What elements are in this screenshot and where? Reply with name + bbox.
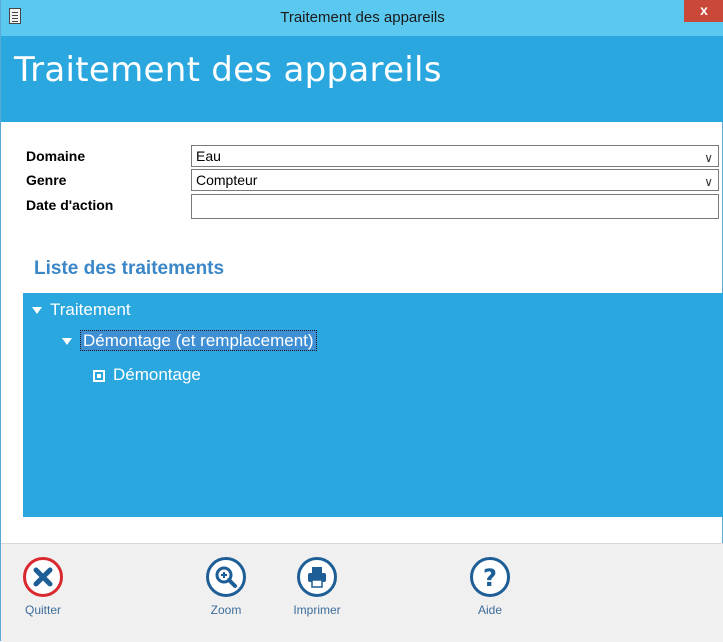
help-icon: ? xyxy=(470,557,510,597)
treatment-tree[interactable]: Traitement Démontage (et remplacement) D… xyxy=(23,293,723,517)
date-action-input[interactable] xyxy=(191,194,719,219)
close-icon xyxy=(23,557,63,597)
domaine-select[interactable]: Eau ∨ xyxy=(191,145,719,167)
zoom-label: Zoom xyxy=(210,603,242,617)
imprimer-label: Imprimer xyxy=(293,603,341,617)
svg-text:?: ? xyxy=(483,564,497,592)
footer-toolbar: Quitter Zoom Imprimer ? Aide xyxy=(1,543,723,642)
domaine-label: Domaine xyxy=(26,148,86,164)
imprimer-button[interactable]: Imprimer xyxy=(285,557,349,617)
page-title: Traitement des appareils xyxy=(14,50,442,90)
tree-node-label-selected: Démontage (et remplacement) xyxy=(80,330,317,351)
genre-value: Compteur xyxy=(196,172,258,188)
tree-node-label: Démontage xyxy=(113,365,201,384)
domaine-value: Eau xyxy=(196,148,221,164)
printer-icon xyxy=(297,557,337,597)
aide-label: Aide xyxy=(477,603,503,617)
title-bar[interactable]: Traitement des appareils x xyxy=(1,0,723,36)
chevron-down-icon: ∨ xyxy=(704,175,713,189)
main-window: Traitement des appareils x Traitement de… xyxy=(0,0,723,642)
quitter-label: Quitter xyxy=(24,603,61,617)
leaf-node-icon xyxy=(93,369,105,382)
window-title: Traitement des appareils xyxy=(280,9,445,26)
expand-triangle-icon[interactable] xyxy=(32,307,42,315)
aide-button[interactable]: ? Aide xyxy=(468,557,512,617)
genre-select[interactable]: Compteur ∨ xyxy=(191,169,719,191)
zoom-in-icon xyxy=(206,557,246,597)
date-action-label: Date d'action xyxy=(26,197,114,213)
section-title: Liste des traitements xyxy=(34,258,225,279)
quitter-button[interactable]: Quitter xyxy=(21,557,65,617)
close-button[interactable]: x xyxy=(684,0,723,22)
tree-node-leaf[interactable]: Démontage xyxy=(93,365,201,385)
zoom-button[interactable]: Zoom xyxy=(204,557,248,617)
genre-label: Genre xyxy=(26,172,67,188)
tree-node-label: Traitement xyxy=(50,300,131,319)
expand-triangle-icon[interactable] xyxy=(62,338,72,346)
header-banner: Traitement des appareils xyxy=(1,36,723,122)
tree-node-child[interactable]: Démontage (et remplacement) xyxy=(62,330,317,351)
tree-node-root[interactable]: Traitement xyxy=(32,300,131,320)
chevron-down-icon: ∨ xyxy=(704,151,713,165)
